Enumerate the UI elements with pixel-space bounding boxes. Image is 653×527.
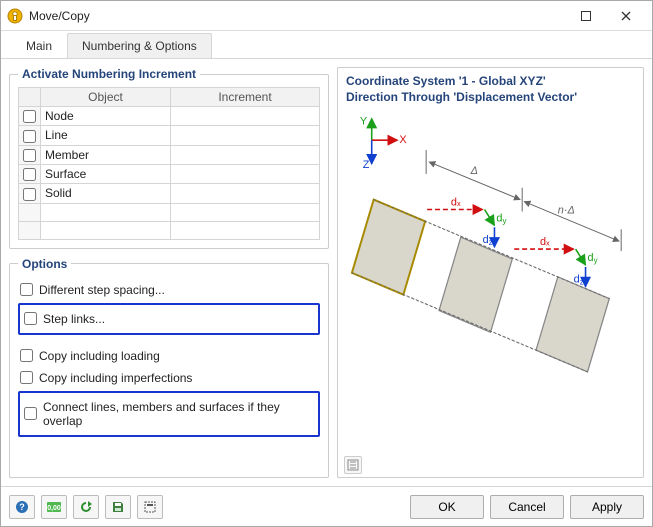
svg-text:X: X [399,134,407,146]
highlight-connect: Connect lines, members and surfaces if t… [18,391,320,437]
connect-label: Connect lines, members and surfaces if t… [43,400,314,428]
row-member-label: Member [41,145,171,164]
apply-button[interactable]: Apply [570,495,644,519]
table-row: Node [19,107,320,126]
step-links-checkbox[interactable] [24,312,37,325]
row-solid-label: Solid [41,184,171,203]
svg-text:?: ? [19,502,25,512]
row-line-label: Line [41,126,171,145]
option-connect: Connect lines, members and surfaces if t… [22,398,316,430]
row-node-checkbox[interactable] [23,110,36,123]
numbering-table: Object Increment Node Line [18,87,320,240]
col-increment: Increment [171,88,320,107]
svg-text:dz: dz [574,274,584,287]
row-surface-inc[interactable] [171,164,320,183]
preview-panel: Coordinate System '1 - Global XYZ' Direc… [337,67,644,478]
preview-diagram: Y X Z Δ n·Δ [342,109,639,449]
svg-text:Z: Z [363,159,370,171]
left-column: Activate Numbering Increment Object Incr… [9,67,329,478]
preview-caption: Coordinate System '1 - Global XYZ' Direc… [338,68,643,105]
ok-button[interactable]: OK [410,495,484,519]
close-button[interactable] [606,1,646,31]
option-copy-imperfections: Copy including imperfections [18,369,320,387]
bottom-bar: ? 0,00 OK Cancel Apply [1,486,652,526]
highlight-step-links: Step links... [18,303,320,335]
row-node-label: Node [41,107,171,126]
table-row: Surface [19,164,320,183]
copy-imperfections-checkbox[interactable] [20,371,33,384]
step-links-label: Step links... [43,312,105,326]
row-line-inc[interactable] [171,126,320,145]
different-step-checkbox[interactable] [20,283,33,296]
save-icon[interactable] [105,495,131,519]
table-row [19,203,320,221]
maximize-button[interactable] [566,1,606,31]
preview-footer [338,453,643,477]
copy-loading-checkbox[interactable] [20,349,33,362]
table-row [19,221,320,239]
help-icon[interactable]: ? [9,495,35,519]
row-solid-checkbox[interactable] [23,188,36,201]
option-step-links: Step links... [22,310,316,328]
table-row: Solid [19,184,320,203]
preview-caption-line1: Coordinate System '1 - Global XYZ' [346,74,635,90]
preview-caption-line2: Direction Through 'Displacement Vector' [346,90,635,106]
copy-loading-label: Copy including loading [39,349,160,363]
units-icon[interactable]: 0,00 [41,495,67,519]
cancel-button[interactable]: Cancel [490,495,564,519]
preview-canvas: Y X Z Δ n·Δ [342,109,639,449]
svg-text:n·Δ: n·Δ [558,205,575,217]
window-title: Move/Copy [29,9,566,23]
tab-bar: Main Numbering & Options [1,31,652,59]
svg-text:0,00: 0,00 [47,505,61,512]
row-solid-inc[interactable] [171,184,320,203]
row-surface-label: Surface [41,164,171,183]
svg-text:Δ: Δ [470,165,478,177]
option-copy-loading: Copy including loading [18,347,320,365]
copy-imperfections-label: Copy including imperfections [39,371,192,385]
title-bar: Move/Copy [1,1,652,31]
group-options-legend: Options [18,257,71,271]
svg-text:Y: Y [360,116,368,128]
option-different-step: Different step spacing... [18,281,320,299]
row-member-checkbox[interactable] [23,149,36,162]
table-row: Member [19,145,320,164]
dialog-body: Activate Numbering Increment Object Incr… [1,59,652,486]
tab-numbering-options[interactable]: Numbering & Options [67,33,212,58]
svg-text:dₓ: dₓ [540,236,550,248]
svg-text:dₓ: dₓ [451,197,461,209]
row-line-checkbox[interactable] [23,130,36,143]
script-icon[interactable] [137,495,163,519]
group-numbering-increment: Activate Numbering Increment Object Incr… [9,67,329,249]
tab-main[interactable]: Main [11,33,67,58]
dialog-move-copy: { "title": "Move/Copy", "tabs": { "main"… [0,0,653,527]
different-step-label: Different step spacing... [39,283,165,297]
group-options: Options Different step spacing... Step l… [9,257,329,478]
table-row: Line [19,126,320,145]
svg-text:dy: dy [496,213,506,226]
refresh-icon[interactable] [73,495,99,519]
row-node-inc[interactable] [171,107,320,126]
svg-text:dy: dy [588,252,598,265]
row-member-inc[interactable] [171,145,320,164]
preview-tool-units-icon[interactable] [344,456,362,474]
connect-checkbox[interactable] [24,407,37,420]
svg-text:dz: dz [483,234,493,247]
app-icon [7,8,23,24]
row-surface-checkbox[interactable] [23,168,36,181]
group-numbering-legend: Activate Numbering Increment [18,67,200,81]
col-object: Object [41,88,171,107]
right-column: Coordinate System '1 - Global XYZ' Direc… [337,67,644,478]
table-header-row: Object Increment [19,88,320,107]
